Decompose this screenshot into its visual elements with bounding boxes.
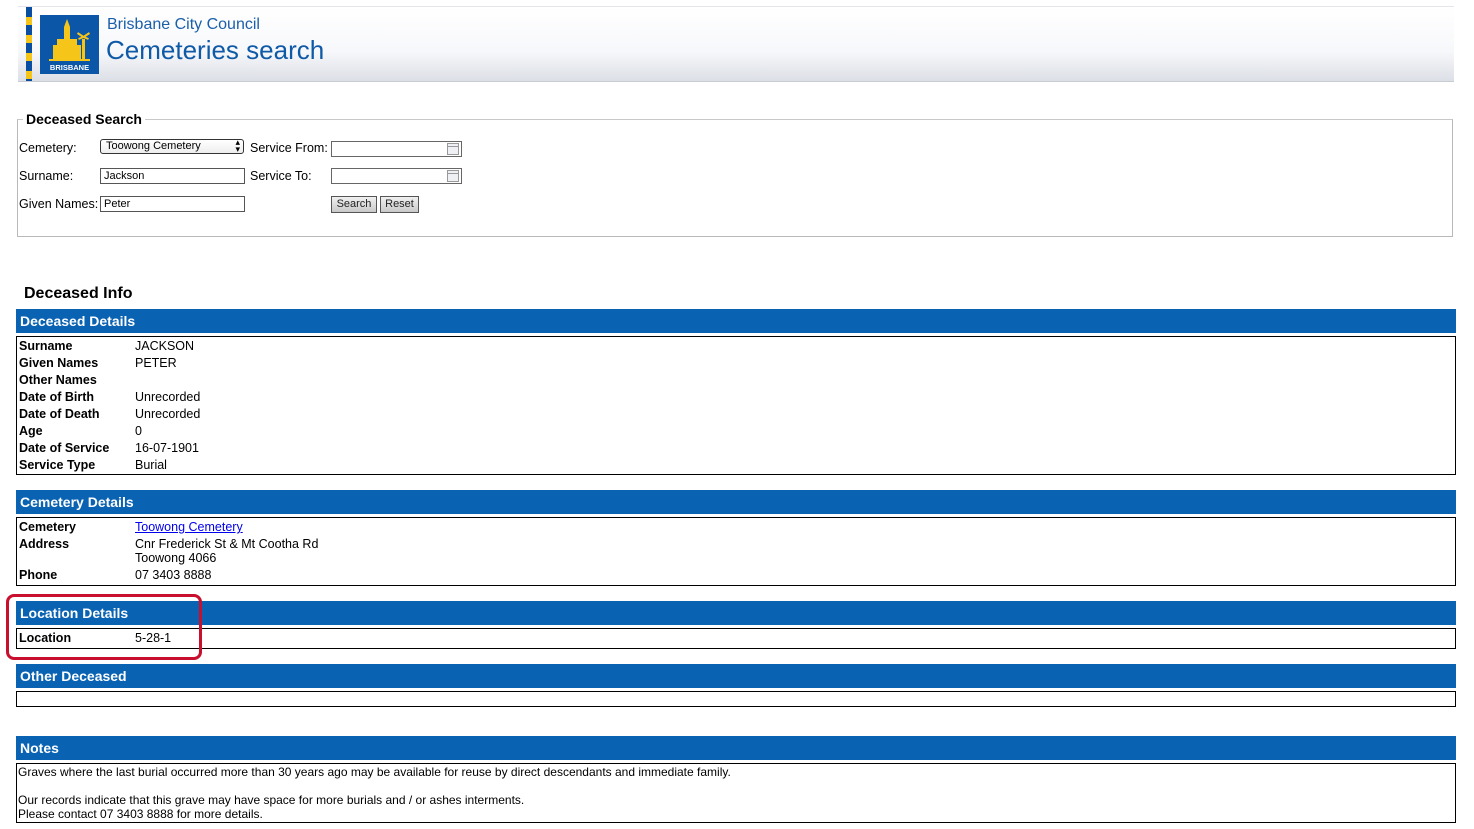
- page: BRISBANE Brisbane City Council Cemeterie…: [0, 0, 1474, 829]
- address-line-2: Toowong 4066: [135, 551, 217, 565]
- detail-value: Unrecorded: [135, 407, 201, 421]
- service-from-input[interactable]: [331, 141, 462, 157]
- brisbane-logo-icon[interactable]: BRISBANE: [40, 15, 99, 74]
- deceased-info-title: Deceased Info: [24, 285, 133, 302]
- detail-label: Date of Service: [19, 441, 110, 455]
- detail-value: 0: [135, 424, 142, 438]
- cemetery-select[interactable]: Toowong Cemetery ▴ ▾: [100, 137, 244, 154]
- deceased-search-form: Deceased Search Cemetery: Toowong Cemete…: [17, 111, 1453, 237]
- note-text: Please contact 07 3403 8888 for more det…: [18, 807, 263, 821]
- council-name: Brisbane City Council: [107, 16, 260, 33]
- location-details-header: Location Details: [16, 601, 1456, 625]
- service-to-label: Service To:: [250, 169, 312, 183]
- note-text: Our records indicate that this grave may…: [18, 793, 525, 807]
- brand-stripe: [26, 7, 32, 81]
- detail-label: Service Type: [19, 458, 96, 472]
- given-names-label: Given Names:: [19, 197, 99, 211]
- surname-label: Surname:: [19, 169, 74, 183]
- site-header: BRISBANE Brisbane City Council Cemeterie…: [18, 6, 1454, 82]
- location-details-panel: Location 5-28-1: [16, 628, 1456, 649]
- surname-input[interactable]: Jackson: [100, 168, 245, 184]
- phone-value: 07 3403 8888: [135, 568, 212, 582]
- detail-label: Date of Death: [19, 407, 100, 421]
- site-title: Cemeteries search: [106, 35, 325, 65]
- deceased-details-panel: Surname JACKSON Given Names PETER Other …: [16, 336, 1456, 475]
- notes-header: Notes: [16, 736, 1456, 760]
- detail-label: Surname: [19, 339, 73, 353]
- detail-label: Phone: [19, 568, 58, 582]
- select-arrows-icon: ▴ ▾: [235, 137, 240, 154]
- detail-value: 16-07-1901: [135, 441, 199, 455]
- cemetery-link[interactable]: Toowong Cemetery: [135, 519, 243, 536]
- cemetery-label: Cemetery:: [19, 141, 77, 155]
- detail-label: Age: [19, 424, 43, 438]
- cemetery-details-panel: Cemetery Toowong Cemetery Address Cnr Fr…: [16, 517, 1456, 586]
- detail-value: PETER: [135, 356, 177, 370]
- detail-label: Other Names: [19, 373, 97, 387]
- other-deceased-panel: [16, 691, 1456, 707]
- calendar-icon[interactable]: [447, 170, 459, 182]
- note-text: Graves where the last burial occurred mo…: [18, 765, 731, 779]
- detail-value: JACKSON: [135, 339, 195, 353]
- search-button[interactable]: Search: [331, 196, 377, 213]
- cemetery-select-value: Toowong Cemetery: [106, 140, 201, 152]
- calendar-icon[interactable]: [447, 143, 459, 155]
- given-names-input[interactable]: Peter: [100, 196, 245, 212]
- detail-label: Cemetery: [19, 520, 76, 534]
- detail-label: Date of Birth: [19, 390, 94, 404]
- location-highlight-annotation: [6, 594, 202, 660]
- detail-value: Unrecorded: [135, 390, 201, 404]
- search-legend: Deceased Search: [23, 111, 145, 127]
- service-to-input[interactable]: [331, 168, 462, 184]
- other-deceased-header: Other Deceased: [16, 664, 1456, 688]
- reset-button[interactable]: Reset: [380, 196, 419, 213]
- service-from-label: Service From:: [250, 141, 328, 155]
- detail-label: Address: [19, 537, 70, 551]
- svg-text:BRISBANE: BRISBANE: [50, 63, 89, 72]
- detail-label: Given Names: [19, 356, 99, 370]
- notes-panel: Graves where the last burial occurred mo…: [16, 763, 1456, 823]
- detail-value: Burial: [135, 458, 167, 472]
- deceased-details-header: Deceased Details: [16, 309, 1456, 333]
- cemetery-details-header: Cemetery Details: [16, 490, 1456, 514]
